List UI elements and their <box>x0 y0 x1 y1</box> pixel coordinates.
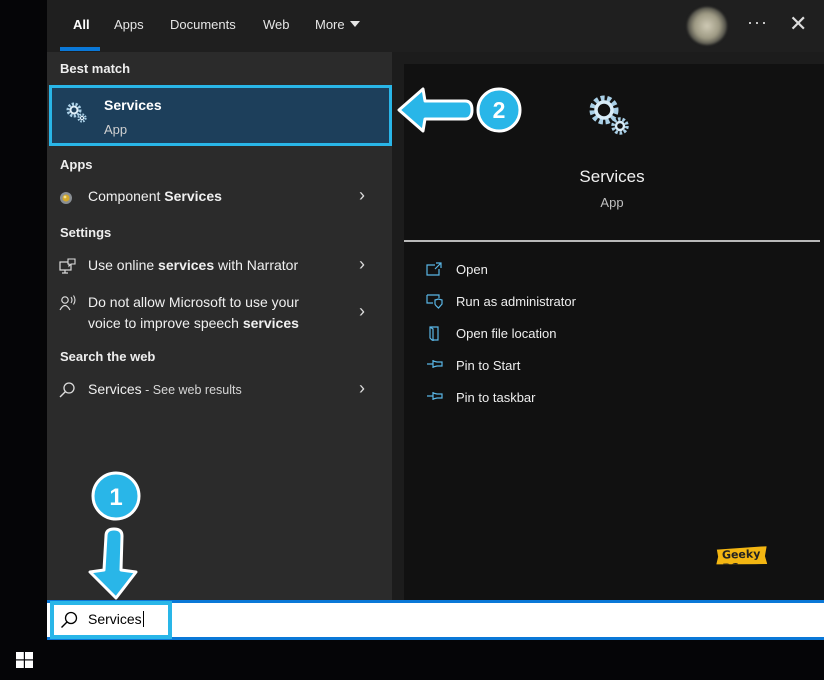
account-avatar[interactable] <box>687 7 727 45</box>
open-icon <box>426 262 442 276</box>
settings-header: Settings <box>60 225 112 240</box>
component-services-icon <box>60 192 72 204</box>
tab-documents[interactable]: Documents <box>170 17 236 32</box>
services-gear-icon <box>66 102 87 123</box>
narrator-label: Use online services with Narrator <box>88 255 298 276</box>
text-caret <box>142 611 144 627</box>
preview-subtitle: App <box>600 195 624 210</box>
result-narrator-online-services[interactable]: Use online services with Narrator › <box>47 254 392 279</box>
chevron-right-icon[interactable]: › <box>359 301 365 322</box>
tab-all[interactable]: All <box>73 17 90 32</box>
search-icon <box>59 382 75 398</box>
label-post: with Narrator <box>214 257 299 273</box>
label-line2-pre: voice to improve speech <box>88 315 243 331</box>
web-hint: - See web results <box>141 383 242 397</box>
apps-header: Apps <box>60 157 93 172</box>
search-icon <box>61 611 78 628</box>
search-web-header: Search the web <box>60 349 156 364</box>
preview-title: Services <box>579 167 645 186</box>
search-input[interactable]: Services <box>88 611 144 627</box>
preview-divider <box>404 240 820 242</box>
windows-start-icon[interactable] <box>16 652 33 668</box>
file-location-icon <box>429 326 439 341</box>
more-options-button[interactable]: ··· <box>747 12 768 33</box>
run-as-admin-icon <box>426 294 443 309</box>
speech-icon <box>59 295 76 311</box>
pin-icon <box>427 360 443 368</box>
close-button[interactable]: ✕ <box>789 13 807 35</box>
caret-down-icon <box>349 21 360 27</box>
tab-more[interactable]: More <box>315 17 360 32</box>
action-label: Open file location <box>456 326 557 341</box>
narrator-icon <box>59 258 76 274</box>
preview-panel: Services App Open Run as administrator O… <box>404 64 824 600</box>
web-query: Services <box>88 381 142 397</box>
best-match-title: Services <box>104 97 162 113</box>
result-web-search[interactable]: Services - See web results › <box>47 378 392 403</box>
step-number: 2 <box>493 97 506 123</box>
pin-icon <box>427 392 443 400</box>
services-gear-icon <box>589 95 629 135</box>
annotation-step-2: 2 <box>397 87 522 133</box>
result-speech-services[interactable]: Do not allow Microsoft to use your voice … <box>47 292 392 336</box>
active-tab-indicator <box>60 47 100 51</box>
arrow-left-icon <box>397 87 474 133</box>
action-label: Pin to Start <box>456 358 521 373</box>
web-search-label: Services - See web results <box>88 379 242 401</box>
action-label: Open <box>456 262 488 277</box>
label-bold: services <box>158 257 215 273</box>
label-line1: Do not allow Microsoft to use your <box>88 294 299 310</box>
label-bold: Services <box>164 188 222 204</box>
speech-label: Do not allow Microsoft to use your voice … <box>88 292 299 334</box>
tab-web[interactable]: Web <box>263 17 290 32</box>
action-label: Pin to taskbar <box>456 390 536 405</box>
search-input-value: Services <box>88 611 142 627</box>
best-match-header: Best match <box>60 61 131 76</box>
step-number: 1 <box>109 484 122 511</box>
chevron-right-icon[interactable]: › <box>359 254 365 275</box>
label-prefix: Component <box>88 188 165 204</box>
component-services-label: Component Services <box>88 186 222 207</box>
label-bold: services <box>242 315 299 331</box>
annotation-step-1: 1 <box>88 471 141 600</box>
chevron-right-icon[interactable]: › <box>359 185 365 206</box>
tab-more-label: More <box>315 17 345 32</box>
best-match-subtitle: App <box>104 122 128 137</box>
chevron-right-icon[interactable]: › <box>359 378 365 399</box>
label-pre: Use online <box>88 257 159 273</box>
search-header: All Apps Documents Web More ··· ✕ <box>47 0 824 52</box>
arrow-down-icon <box>88 527 138 600</box>
best-match-services[interactable]: Services App <box>49 85 392 146</box>
taskbar <box>0 640 824 680</box>
tab-apps[interactable]: Apps <box>114 17 144 32</box>
result-component-services[interactable]: Component Services › <box>47 185 392 210</box>
action-label: Run as administrator <box>456 294 576 309</box>
